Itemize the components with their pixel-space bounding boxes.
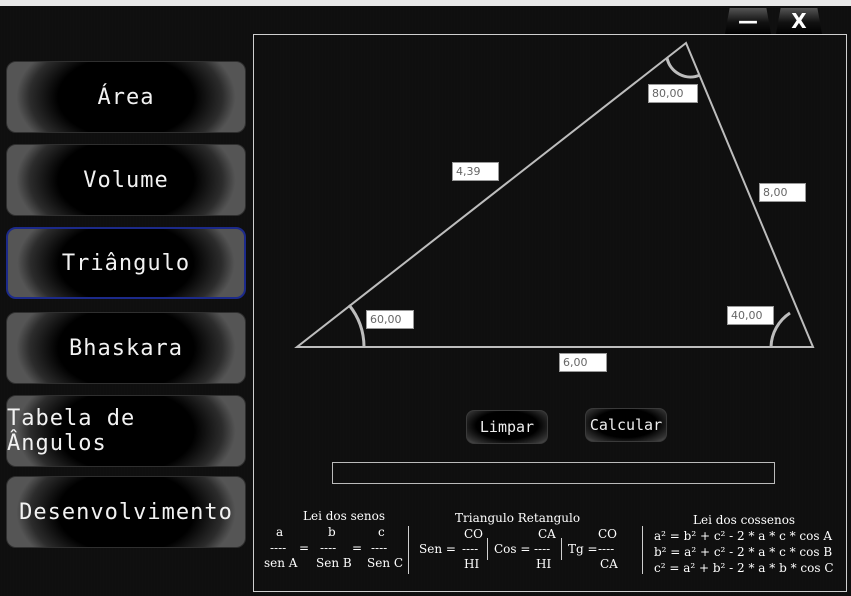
- senos-eq-1: =: [299, 541, 310, 555]
- calculate-label: Calcular: [589, 416, 663, 434]
- side-right-field[interactable]: 8,00: [759, 183, 806, 202]
- cos-numerator: CA: [538, 527, 556, 541]
- formula-divider-sen-cos: [487, 538, 488, 560]
- senos-a: a: [276, 525, 284, 539]
- side-bottom-field[interactable]: 6,00: [559, 353, 607, 372]
- senos-senB: Sen B: [316, 556, 352, 570]
- sen-denominator: HI: [464, 557, 480, 571]
- cos-dash: ----: [534, 542, 551, 556]
- cos-label: Cos =: [494, 542, 531, 556]
- senos-senC: Sen C: [367, 556, 404, 570]
- clear-button[interactable]: Limpar: [466, 410, 548, 444]
- triangle-drawing: [294, 41, 815, 348]
- triangle-shape: [294, 41, 815, 348]
- tg-label: Tg =: [568, 542, 598, 556]
- senos-eq-2: =: [352, 541, 363, 555]
- angle-arc-top: [665, 57, 701, 79]
- retangulo-title: Triangulo Retangulo: [455, 511, 581, 525]
- senos-senA: sen A: [264, 556, 298, 570]
- senos-dash-3: ----: [371, 541, 388, 555]
- senos-dash-2: ----: [320, 541, 337, 555]
- angle-arc-left: [347, 304, 366, 348]
- senos-title: Lei dos senos: [303, 509, 385, 523]
- angle-top-field[interactable]: 80,00: [648, 84, 698, 103]
- cos-denominator: HI: [536, 557, 552, 571]
- side-left-field[interactable]: 4,39: [452, 162, 499, 181]
- angle-right-field[interactable]: 40,00: [727, 306, 774, 325]
- sen-numerator: CO: [464, 527, 484, 541]
- senos-dash-1: ----: [270, 541, 287, 555]
- formula-divider-2: [642, 526, 643, 574]
- senos-c: c: [378, 525, 385, 539]
- sen-dash: ----: [462, 542, 479, 556]
- senos-b: b: [328, 525, 336, 539]
- cossenos-line-3: c² = a² + b² - 2 * a * b * cos C: [654, 561, 834, 575]
- formula-divider-1: [408, 526, 409, 574]
- cossenos-line-2: b² = a² + c² - 2 * a * c * cos B: [654, 545, 833, 559]
- clear-label: Limpar: [479, 418, 535, 436]
- angle-left-field[interactable]: 60,00: [366, 310, 414, 329]
- tg-numerator: CO: [598, 527, 618, 541]
- tg-denominator: CA: [600, 557, 618, 571]
- cossenos-line-1: a² = b² + c² - 2 * a * c * cos A: [654, 529, 833, 543]
- sen-label: Sen =: [419, 542, 456, 556]
- result-field[interactable]: [332, 462, 775, 484]
- calculate-button[interactable]: Calcular: [585, 408, 667, 442]
- formula-divider-cos-tg: [561, 538, 562, 560]
- tg-dash: ----: [598, 542, 615, 556]
- cossenos-title: Lei dos cossenos: [693, 513, 796, 527]
